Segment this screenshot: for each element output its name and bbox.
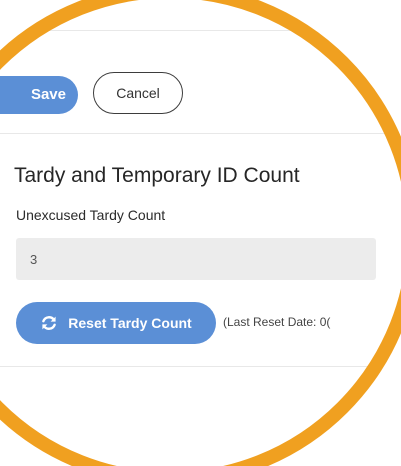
form-card: Save Cancel Tardy and Temporary ID Count… [0,0,401,466]
magnified-view: Save Cancel Tardy and Temporary ID Count… [0,0,401,466]
reset-button-label: Reset Tardy Count [68,315,192,331]
section-divider [0,133,401,134]
last-reset-date-note: (Last Reset Date: 0( [223,315,331,329]
section-title: Tardy and Temporary ID Count [14,164,300,187]
cancel-button[interactable]: Cancel [93,72,183,114]
bottom-divider [0,366,401,367]
reset-tardy-count-button[interactable]: Reset Tardy Count [16,302,216,344]
top-divider [0,30,401,31]
refresh-icon [40,314,58,332]
tardy-count-label: Unexcused Tardy Count [16,207,166,223]
tardy-count-field[interactable] [16,238,376,280]
save-button[interactable]: Save [0,76,78,114]
